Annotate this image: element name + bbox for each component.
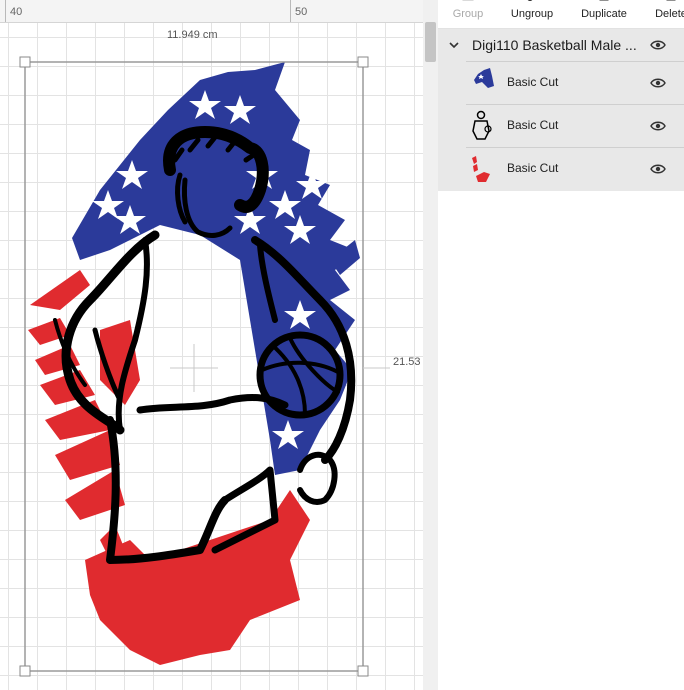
layer-group-row[interactable]: Digi110 Basketball Male ... — [438, 29, 684, 61]
canvas-scrollbar[interactable] — [423, 0, 438, 690]
scrollbar-thumb[interactable] — [425, 22, 436, 62]
layer-item-label: Basic Cut — [507, 75, 559, 89]
duplicate-button[interactable]: Duplicate — [574, 0, 634, 28]
layers-panel: Group Ungroup Duplicate Delete Digi110 B… — [438, 0, 684, 690]
eye-icon[interactable] — [650, 39, 666, 51]
trash-icon — [666, 0, 676, 1]
player-black-thumbnail-icon — [472, 110, 492, 140]
ungroup-icon — [527, 0, 533, 1]
basketball-artwork[interactable] — [0, 0, 423, 690]
ungroup-button-label: Ungroup — [510, 8, 554, 20]
layers-toolbar: Group Ungroup Duplicate Delete — [438, 0, 684, 29]
group-icon — [462, 0, 474, 1]
layer-item[interactable]: Basic Cut — [466, 104, 684, 147]
duplicate-button-label: Duplicate — [581, 8, 627, 20]
group-button-label: Group — [452, 8, 484, 20]
ungroup-button[interactable]: Ungroup — [502, 0, 562, 28]
height-dimension-label: 21.53 — [393, 356, 421, 368]
chevron-down-icon[interactable] — [448, 39, 460, 51]
layer-item[interactable]: Basic Cut — [466, 147, 684, 190]
flag-blue-thumbnail-icon — [474, 68, 494, 88]
delete-button-label: Delete — [655, 8, 684, 20]
group-button[interactable]: Group — [446, 0, 490, 28]
layer-item[interactable]: Basic Cut — [466, 61, 684, 104]
stripes-red-thumbnail-icon — [472, 156, 490, 182]
eye-icon[interactable] — [650, 77, 666, 89]
eye-icon[interactable] — [650, 120, 666, 132]
width-dimension-label: 11.949 cm — [167, 29, 218, 41]
layer-item-label: Basic Cut — [507, 118, 559, 132]
delete-button[interactable]: Delete — [646, 0, 684, 28]
layers-list: Digi110 Basketball Male ... Basic Cut Ba… — [438, 29, 684, 191]
layer-group-title: Digi110 Basketball Male ... — [472, 37, 637, 53]
eye-icon[interactable] — [650, 163, 666, 175]
duplicate-icon — [599, 0, 609, 1]
design-canvas[interactable]: 40 50 11.949 cm 21.53 — [0, 0, 423, 690]
layer-item-label: Basic Cut — [507, 161, 559, 175]
